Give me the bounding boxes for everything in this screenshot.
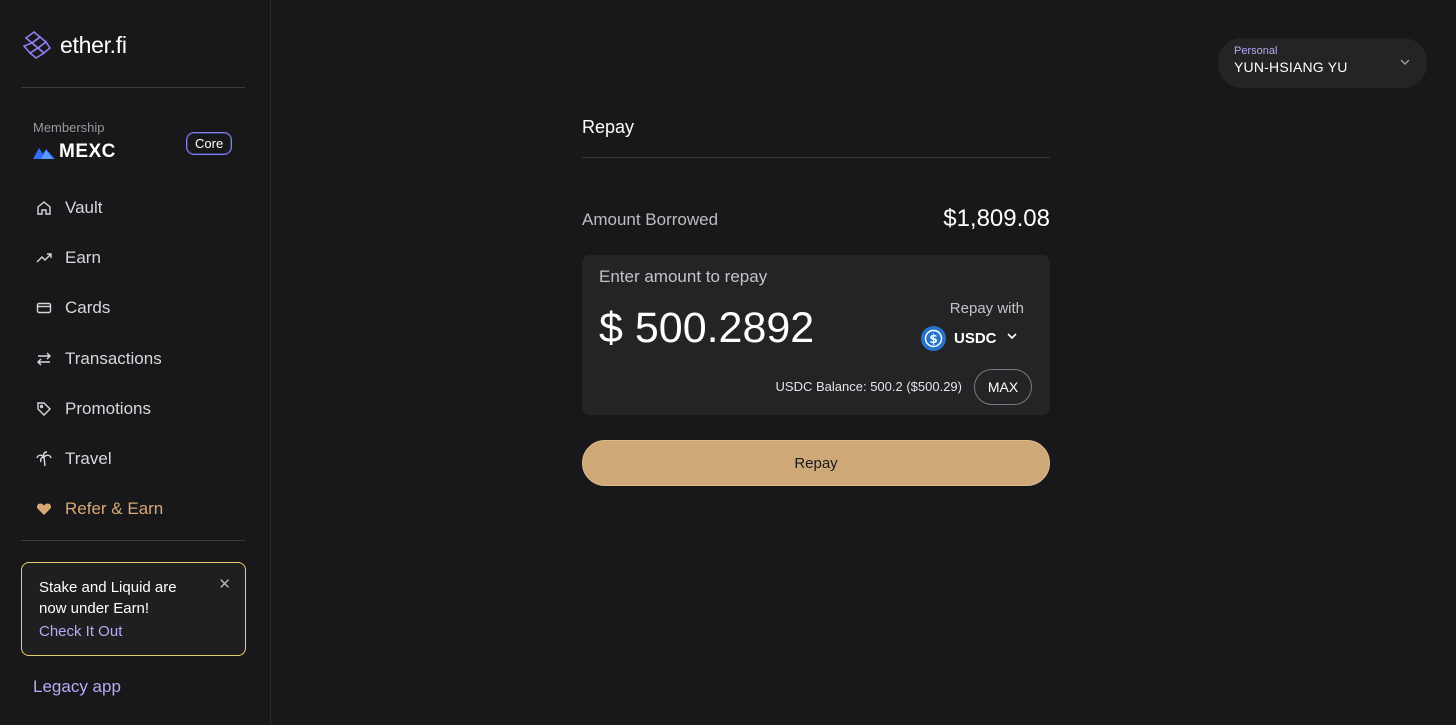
arrows-swap-icon bbox=[36, 351, 52, 367]
ether-fi-logo-icon bbox=[22, 30, 52, 59]
mexc-mountain-icon bbox=[33, 148, 55, 159]
sidebar-item-label: Vault bbox=[65, 198, 103, 218]
trending-up-icon bbox=[36, 250, 52, 266]
sidebar-item-label: Transactions bbox=[65, 348, 162, 368]
heart-icon bbox=[36, 501, 52, 517]
token-name: USDC bbox=[954, 330, 997, 347]
promo-text: Stake and Liquid are now under Earn! bbox=[39, 579, 177, 617]
sidebar-item-label: Earn bbox=[65, 248, 101, 268]
sidebar-nav: Vault Earn Cards Transactions Promotions bbox=[21, 183, 245, 534]
sidebar-divider bbox=[21, 87, 245, 88]
sidebar-item-travel[interactable]: Travel bbox=[21, 434, 245, 484]
repay-with-label: Repay with bbox=[949, 300, 1024, 317]
repay-button[interactable]: Repay bbox=[582, 440, 1050, 486]
credit-card-icon bbox=[36, 300, 52, 316]
repay-amount-box: Enter amount to repay $ 500.2892 Repay w… bbox=[582, 255, 1050, 415]
ether-fi-logo[interactable]: ether.fi bbox=[20, 28, 127, 62]
membership-card: Membership MEXC Core bbox=[33, 120, 233, 163]
max-button[interactable]: MAX bbox=[974, 369, 1032, 405]
sidebar-item-earn[interactable]: Earn bbox=[21, 233, 245, 283]
svg-text:$: $ bbox=[929, 332, 937, 346]
palm-tree-icon bbox=[36, 451, 52, 467]
account-switcher[interactable]: Personal YUN-HSIANG YU bbox=[1218, 38, 1427, 88]
promo-banner: Stake and Liquid are now under Earn! Che… bbox=[21, 562, 246, 656]
chevron-down-icon bbox=[1399, 55, 1411, 73]
account-type: Personal bbox=[1234, 45, 1278, 57]
amount-borrowed-label: Amount Borrowed bbox=[582, 210, 719, 229]
enter-amount-label: Enter amount to repay bbox=[599, 267, 768, 286]
sidebar-item-label: Travel bbox=[65, 449, 112, 469]
sidebar-item-vault[interactable]: Vault bbox=[21, 183, 245, 233]
token-select[interactable]: $ USDC bbox=[921, 326, 1019, 351]
chevron-down-icon bbox=[1005, 329, 1019, 348]
sidebar-item-refer-earn[interactable]: Refer & Earn bbox=[21, 484, 245, 534]
promo-link[interactable]: Check It Out bbox=[39, 623, 229, 640]
sidebar-divider bbox=[21, 540, 245, 541]
account-name: YUN-HSIANG YU bbox=[1234, 59, 1348, 75]
token-balance: USDC Balance: 500.2 ($500.29) bbox=[775, 379, 962, 394]
brand-name: ether.fi bbox=[60, 31, 127, 58]
sidebar-item-label: Refer & Earn bbox=[65, 499, 164, 519]
sidebar-item-label: Cards bbox=[65, 298, 111, 318]
sidebar: ether.fi Membership MEXC Core Vault Earn bbox=[0, 0, 271, 725]
amount-borrowed-value: $1,809.08 bbox=[943, 205, 1050, 232]
membership-partner: MEXC bbox=[59, 141, 116, 162]
tag-icon bbox=[36, 401, 52, 417]
tier-badge: Core bbox=[186, 132, 233, 155]
legacy-app-link[interactable]: Legacy app bbox=[33, 677, 121, 697]
usdc-icon: $ bbox=[921, 326, 946, 351]
amount-borrowed-row: Amount Borrowed $1,809.08 bbox=[582, 205, 1050, 235]
repay-amount-input[interactable]: $ 500.2892 bbox=[599, 304, 814, 353]
sidebar-item-promotions[interactable]: Promotions bbox=[21, 384, 245, 434]
sidebar-item-cards[interactable]: Cards bbox=[21, 283, 245, 333]
sidebar-item-label: Promotions bbox=[65, 398, 151, 418]
close-icon[interactable]: ✕ bbox=[218, 575, 231, 593]
sidebar-item-transactions[interactable]: Transactions bbox=[21, 334, 245, 384]
title-divider bbox=[582, 157, 1050, 158]
home-icon bbox=[36, 200, 52, 216]
page-title: Repay bbox=[582, 117, 635, 137]
